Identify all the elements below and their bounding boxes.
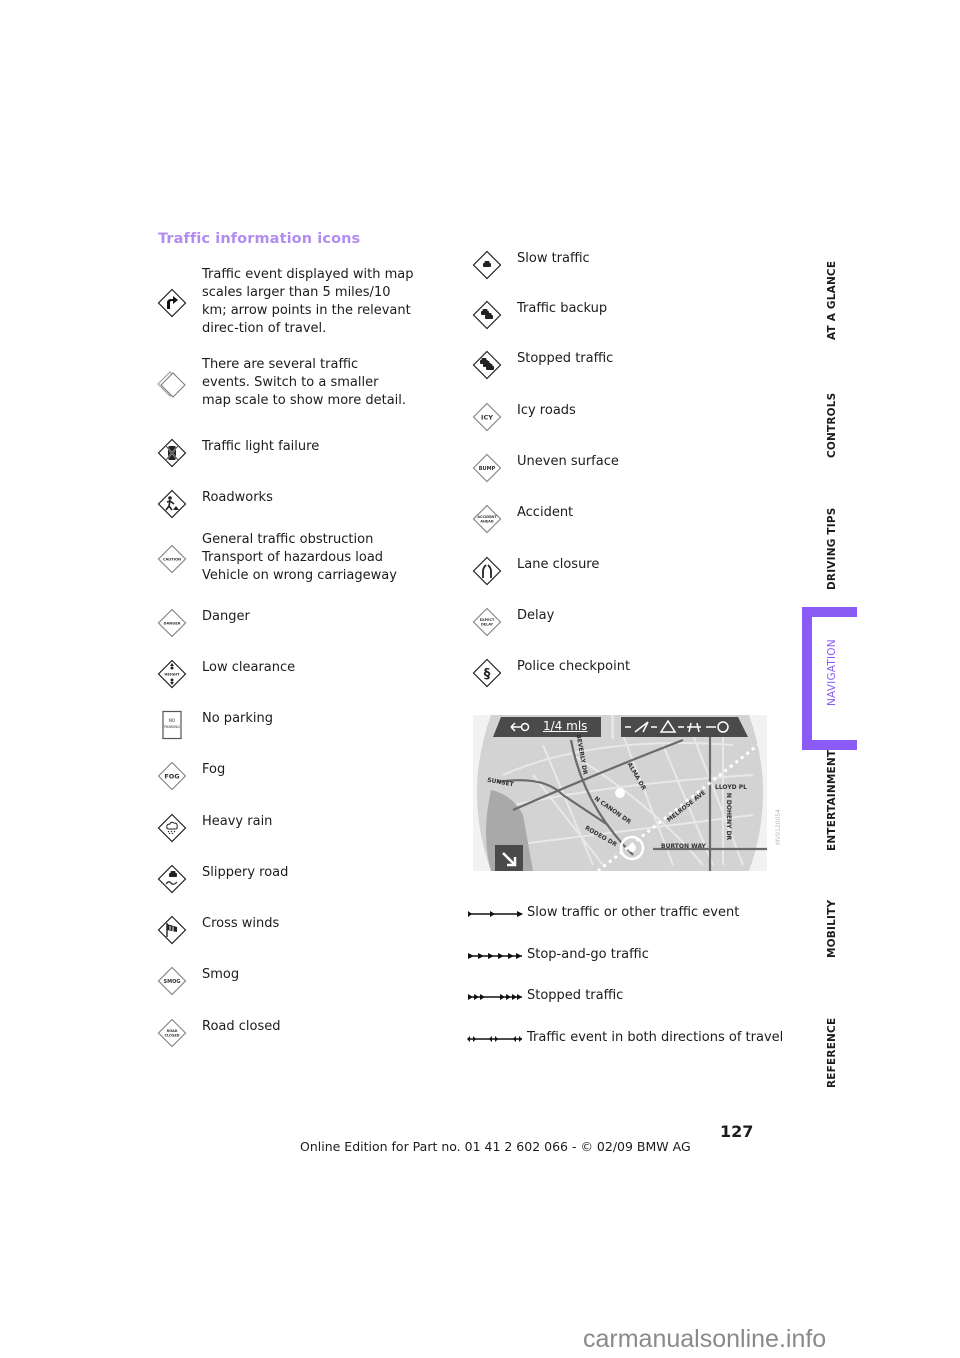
svg-text:ICY: ICY bbox=[481, 413, 493, 421]
stopped-traffic-icon bbox=[472, 350, 502, 380]
page-number: 127 bbox=[720, 1122, 754, 1141]
traffic-light-failure-icon bbox=[157, 438, 187, 468]
map-street-label: N DOHENY DR bbox=[725, 792, 733, 841]
svg-text:PARKING: PARKING bbox=[164, 725, 180, 729]
icon-description: There are several traffic events. Switch… bbox=[202, 357, 407, 408]
icon-description: Traffic backup bbox=[517, 301, 608, 316]
svg-text:ROAD: ROAD bbox=[167, 1029, 178, 1033]
svg-text:CAUTION: CAUTION bbox=[163, 557, 181, 561]
icon-description: Icy roads bbox=[517, 403, 576, 418]
icon-description: Smog bbox=[202, 967, 240, 982]
section-title: Traffic information icons bbox=[158, 231, 361, 247]
footer-edition: Online Edition for Part no. 01 41 2 602 … bbox=[300, 1139, 691, 1154]
svg-text:NO: NO bbox=[169, 718, 175, 723]
icon-description: Fog bbox=[202, 762, 226, 777]
height-sign-icon: HEIGHT bbox=[157, 659, 187, 689]
icon-description: Low clearance bbox=[202, 660, 296, 675]
bump-sign-icon: BUMP bbox=[472, 453, 502, 483]
icon-description: Stopped traffic bbox=[517, 351, 614, 366]
tab-label: DRIVING TIPS bbox=[826, 507, 838, 590]
image-code: MV0120054 bbox=[775, 808, 782, 845]
heavy-rain-icon bbox=[157, 813, 187, 843]
map-scale-label: 1/4 mls bbox=[543, 719, 588, 733]
icon-description: Road closed bbox=[202, 1019, 281, 1034]
icy-roads-sign-icon: ICY bbox=[472, 402, 502, 432]
tab-label: NAVIGATION bbox=[826, 639, 838, 706]
icon-description: No parking bbox=[202, 711, 274, 726]
svg-text:FOG: FOG bbox=[164, 772, 179, 780]
curve-arrow-diamond-icon bbox=[157, 288, 187, 318]
roadworks-icon bbox=[157, 489, 187, 519]
icon-description: Accident bbox=[517, 505, 574, 520]
tab-label: REFERENCE bbox=[826, 1017, 838, 1088]
legend-label: Traffic event in both directions of trav… bbox=[527, 1030, 784, 1045]
icon-description: Slippery road bbox=[202, 865, 289, 880]
icon-description: Traffic light failure bbox=[202, 439, 320, 454]
svg-text:ACCIDENT: ACCIDENT bbox=[477, 515, 497, 519]
tab-label: ENTERTAINMENT bbox=[826, 749, 838, 851]
svg-text:BUMP: BUMP bbox=[479, 466, 496, 472]
no-parking-sign-icon: NO PARKING bbox=[157, 710, 187, 740]
stacked-diamonds-icon bbox=[157, 369, 187, 399]
traffic-backup-icon bbox=[472, 300, 502, 330]
icon-description: Danger bbox=[202, 609, 250, 624]
accident-ahead-sign-icon: ACCIDENT AHEAD bbox=[472, 504, 502, 534]
map-street-label: LLOYD PL bbox=[715, 784, 747, 791]
navigation-map-screenshot: 1/4 mls LLOYD PL BURTON WAY MELROSE AVE … bbox=[473, 715, 767, 871]
icon-description: Heavy rain bbox=[202, 814, 273, 829]
legend-label: Stop-and-go traffic bbox=[527, 947, 649, 962]
map-graphic bbox=[473, 715, 767, 871]
police-checkpoint-icon: § bbox=[472, 658, 502, 688]
slow-traffic-icon bbox=[472, 250, 502, 280]
tab-label: MOBILITY bbox=[826, 899, 838, 958]
tab-label: CONTROLS bbox=[826, 392, 838, 458]
smog-sign-icon: SMOG bbox=[157, 966, 187, 996]
tab-label: AT A GLANCE bbox=[826, 260, 838, 340]
lane-closure-icon bbox=[472, 556, 502, 586]
icon-description: General traffic obstruction Transport of… bbox=[202, 532, 397, 583]
svg-text:EXPECT: EXPECT bbox=[480, 618, 495, 622]
icon-description: Slow traffic bbox=[517, 251, 590, 266]
danger-sign-icon: DANGER bbox=[157, 608, 187, 638]
caution-sign-icon: CAUTION bbox=[157, 544, 187, 574]
fog-sign-icon: FOG bbox=[157, 761, 187, 791]
road-closed-sign-icon: ROAD CLOSED bbox=[157, 1018, 187, 1048]
watermark: carmanualsonline.info bbox=[583, 1325, 827, 1353]
slippery-road-icon bbox=[157, 864, 187, 894]
icon-description: Cross winds bbox=[202, 916, 280, 931]
cross-winds-icon bbox=[157, 915, 187, 945]
icon-description: Delay bbox=[517, 608, 555, 623]
svg-text:DANGER: DANGER bbox=[164, 621, 181, 625]
svg-text:§: § bbox=[484, 667, 491, 682]
svg-text:SMOG: SMOG bbox=[164, 979, 181, 985]
icon-description: Roadworks bbox=[202, 490, 273, 505]
icon-description: Traffic event displayed with map scales … bbox=[202, 267, 414, 336]
map-street-label: BURTON WAY bbox=[661, 843, 706, 850]
icon-description: Police checkpoint bbox=[517, 659, 631, 674]
expect-delay-sign-icon: EXPECT DELAY bbox=[472, 607, 502, 637]
svg-text:AHEAD: AHEAD bbox=[480, 519, 493, 523]
icon-description: Lane closure bbox=[517, 557, 600, 572]
svg-text:HEIGHT: HEIGHT bbox=[164, 672, 180, 676]
legend-label: Stopped traffic bbox=[527, 988, 624, 1003]
legend-label: Slow traffic or other traffic event bbox=[527, 905, 740, 920]
svg-text:DELAY: DELAY bbox=[481, 622, 494, 626]
icon-description: Uneven surface bbox=[517, 454, 619, 469]
svg-text:CLOSED: CLOSED bbox=[165, 1033, 180, 1037]
